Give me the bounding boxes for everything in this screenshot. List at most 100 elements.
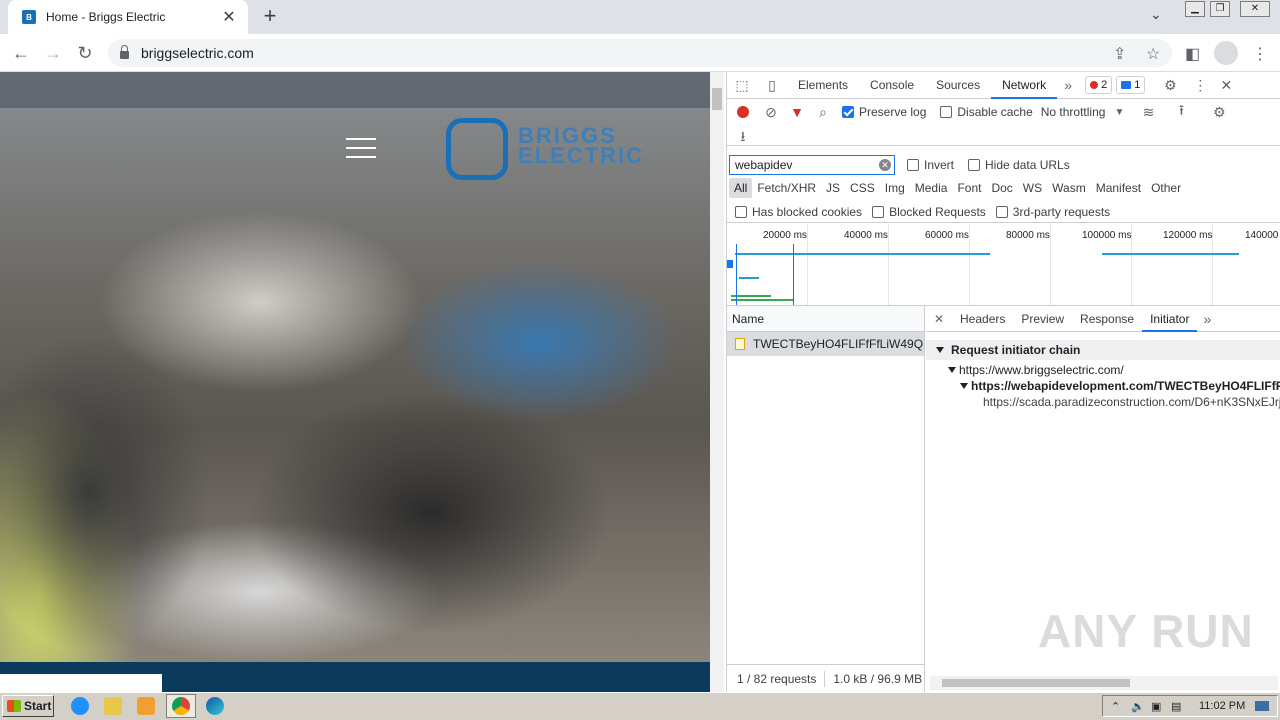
share-icon[interactable]: ⇪ [1113, 44, 1126, 64]
type-doc[interactable]: Doc [986, 178, 1017, 198]
tab-response[interactable]: Response [1072, 306, 1142, 332]
close-detail-icon[interactable]: ✕ [926, 312, 952, 326]
inspect-icon[interactable]: ⬚ [727, 77, 757, 94]
tray-expand-icon[interactable]: ⌃ [1111, 700, 1131, 713]
search-icon[interactable]: ⌕ [810, 104, 836, 121]
back-arrow-icon[interactable]: ← [9, 41, 33, 65]
close-window-button[interactable]: ✕ [1240, 1, 1270, 17]
restore-button[interactable]: ❐ [1210, 1, 1230, 17]
tab-search-icon[interactable]: ⌄ [1150, 6, 1162, 23]
side-panel-icon[interactable]: ◧ [1185, 44, 1200, 64]
browser-tab[interactable]: B Home - Briggs Electric ✕ [8, 0, 248, 34]
throttling-select[interactable]: No throttling [1041, 105, 1106, 119]
chain-item-selected[interactable]: https://webapidevelopment.com/TWECTBeyHO… [926, 378, 1280, 394]
edge-icon[interactable] [206, 697, 224, 715]
timeline-tick: 60000 ms [925, 230, 969, 241]
start-button[interactable]: Start [2, 695, 54, 717]
tab-network[interactable]: Network [991, 72, 1058, 99]
page-scrollbar[interactable] [710, 72, 724, 692]
expand-triangle-icon[interactable] [936, 347, 944, 353]
type-all[interactable]: All [729, 178, 753, 198]
anyrun-watermark: ANY RUN [1038, 605, 1254, 657]
tab-preview[interactable]: Preview [1013, 306, 1072, 332]
chrome-taskbar-button[interactable] [166, 694, 196, 718]
hamburger-menu-icon[interactable] [346, 138, 376, 158]
web-page: BRIGGS ELECTRIC [0, 72, 710, 692]
message-count-badge[interactable]: 1 [1116, 76, 1146, 94]
tab-close-icon[interactable]: ✕ [220, 7, 238, 27]
dropdown-caret-icon[interactable]: ▼ [1105, 107, 1133, 118]
devtools-panel: ⬚ ▯ Elements Console Sources Network » 2… [726, 72, 1280, 692]
type-media[interactable]: Media [910, 178, 953, 198]
explorer-folder-icon[interactable] [104, 697, 122, 715]
settings-gear-icon[interactable]: ⚙ [1153, 77, 1187, 94]
filter-funnel-icon[interactable]: ▼ [784, 104, 810, 120]
initiator-chain-header[interactable]: Request initiator chain [926, 340, 1280, 360]
chain-item[interactable]: https://www.briggselectric.com/ [926, 362, 1280, 378]
device-toggle-icon[interactable]: ▯ [757, 77, 787, 94]
network-overview-timeline[interactable]: 20000 ms 40000 ms 60000 ms 80000 ms 1000… [727, 224, 1280, 306]
export-har-icon[interactable]: ⭳ [735, 126, 751, 150]
type-other[interactable]: Other [1146, 178, 1186, 198]
type-img[interactable]: Img [880, 178, 910, 198]
volume-icon[interactable]: 🔈 [1131, 700, 1151, 713]
reload-icon[interactable]: ↻ [73, 41, 97, 65]
type-js[interactable]: JS [821, 178, 845, 198]
tab-sources[interactable]: Sources [925, 72, 991, 99]
url-text: briggselectric.com [141, 45, 254, 61]
devtools-menu-icon[interactable]: ⋮ [1187, 77, 1213, 94]
detail-hscrollbar[interactable] [930, 676, 1278, 690]
ie-icon[interactable] [71, 697, 89, 715]
close-devtools-icon[interactable]: ✕ [1213, 77, 1239, 94]
disable-cache-checkbox[interactable]: Disable cache [940, 105, 1033, 119]
more-detail-tabs-icon[interactable]: » [1197, 311, 1217, 327]
import-har-icon[interactable]: ⭱ [1163, 100, 1199, 124]
expand-triangle-icon[interactable] [960, 383, 968, 389]
new-tab-button[interactable]: + [258, 4, 282, 28]
error-count-badge[interactable]: 2 [1085, 76, 1113, 94]
briggs-electric-logo[interactable]: BRIGGS ELECTRIC [446, 118, 710, 182]
dom-loaded-line [736, 244, 737, 305]
timeline-bar [739, 277, 759, 279]
show-desktop-icon[interactable] [1255, 701, 1270, 711]
preserve-log-checkbox[interactable]: Preserve log [842, 105, 926, 119]
more-tabs-icon[interactable]: » [1057, 77, 1079, 93]
expand-triangle-icon[interactable] [948, 367, 956, 373]
request-row[interactable]: TWECTBeyHO4FLIFfFfLiW49Q... [727, 332, 924, 356]
blocked-requests-checkbox[interactable]: Blocked Requests [872, 205, 986, 219]
scroll-thumb[interactable] [942, 679, 1130, 687]
name-column-header[interactable]: Name [727, 306, 924, 332]
network-settings-icon[interactable]: ⚙ [1199, 104, 1239, 121]
address-bar[interactable]: briggselectric.com [108, 39, 1172, 67]
menu-dots-icon[interactable]: ⋮ [1252, 44, 1268, 64]
clear-filter-icon[interactable]: ✕ [879, 159, 891, 171]
type-font[interactable]: Font [952, 178, 986, 198]
tab-console[interactable]: Console [859, 72, 925, 99]
type-manifest[interactable]: Manifest [1091, 178, 1146, 198]
scroll-thumb[interactable] [712, 88, 722, 110]
filter-input[interactable]: webapidev ✕ [729, 155, 895, 175]
blocked-cookies-checkbox[interactable]: Has blocked cookies [735, 205, 862, 219]
type-wasm[interactable]: Wasm [1047, 178, 1091, 198]
bookmark-star-icon[interactable]: ☆ [1146, 44, 1160, 64]
network-icon[interactable]: ▣ [1151, 700, 1171, 713]
network-conditions-icon[interactable]: ≋ [1133, 104, 1163, 121]
third-party-checkbox[interactable]: 3rd-party requests [995, 205, 1110, 219]
clear-icon[interactable]: ⊘ [758, 104, 784, 121]
type-fetch-xhr[interactable]: Fetch/XHR [752, 178, 821, 198]
media-player-icon[interactable] [137, 697, 155, 715]
hide-data-urls-checkbox[interactable]: Hide data URLs [968, 158, 1070, 172]
invert-checkbox[interactable]: Invert [907, 158, 954, 172]
record-icon[interactable] [737, 106, 749, 118]
type-css[interactable]: CSS [845, 178, 880, 198]
profile-avatar-icon[interactable] [1214, 41, 1238, 65]
security-icon[interactable]: ▤ [1171, 700, 1191, 713]
type-ws[interactable]: WS [1018, 178, 1047, 198]
tab-headers[interactable]: Headers [952, 306, 1013, 332]
timeline-bar [731, 295, 771, 297]
tab-initiator[interactable]: Initiator [1142, 306, 1198, 332]
forward-arrow-icon[interactable]: → [41, 41, 65, 65]
tab-elements[interactable]: Elements [787, 72, 859, 99]
minimize-button[interactable]: ▁ [1185, 1, 1205, 17]
chain-item[interactable]: https://scada.paradizeconstruction.com/D… [926, 394, 1280, 410]
